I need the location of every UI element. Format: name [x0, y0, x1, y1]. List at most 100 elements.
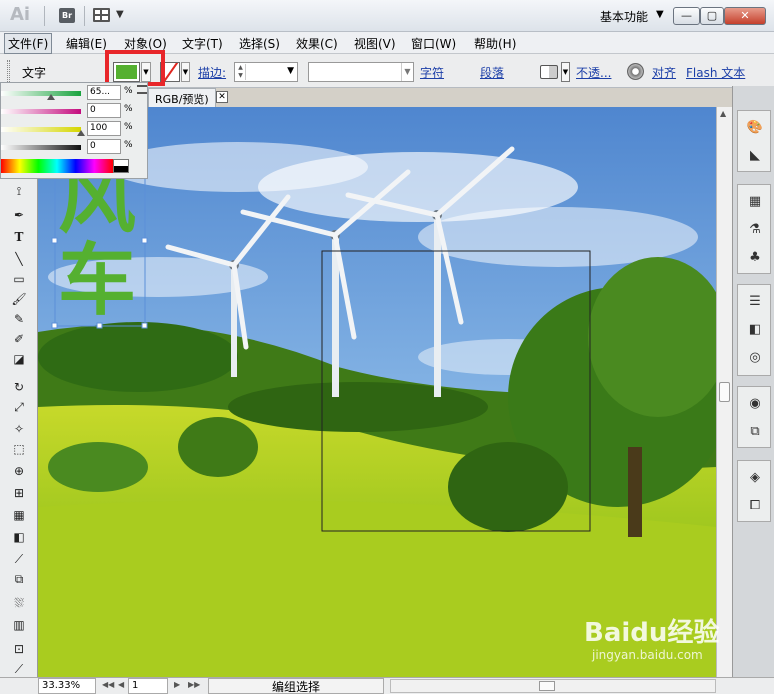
slider-thumb[interactable]: [47, 94, 55, 100]
chevron-down-icon[interactable]: ▼: [656, 9, 664, 20]
close-icon[interactable]: ✕: [216, 91, 228, 103]
style-icon[interactable]: [540, 65, 558, 79]
document-canvas[interactable]: 风 车: [38, 107, 716, 677]
line-tool-icon[interactable]: ╲: [8, 249, 30, 269]
color-value-input[interactable]: 0: [87, 139, 121, 154]
close-button[interactable]: ✕: [724, 7, 766, 25]
warp-tool-icon[interactable]: ✧: [8, 419, 30, 439]
color-panel-icon[interactable]: 🎨: [744, 117, 766, 137]
yellow-slider[interactable]: [1, 127, 81, 132]
zoom-field[interactable]: 33.33%: [38, 678, 96, 694]
mesh-tool-icon[interactable]: ▦: [8, 505, 30, 525]
artwork-text-line2[interactable]: 车: [58, 236, 136, 326]
landscape-image: 风 车: [38, 107, 716, 677]
stroke-link[interactable]: 描边:: [198, 64, 226, 81]
panel-grip[interactable]: [7, 60, 10, 82]
bridge-button[interactable]: Br: [59, 8, 75, 23]
menu-edit[interactable]: 编辑(E): [66, 35, 107, 52]
menu-window[interactable]: 窗口(W): [411, 35, 456, 52]
variable-width-profile[interactable]: ▼: [308, 62, 414, 82]
menu-help[interactable]: 帮助(H): [474, 35, 516, 52]
recolor-artwork-icon[interactable]: [627, 63, 644, 80]
character-link[interactable]: 字符: [420, 64, 444, 81]
opacity-link[interactable]: 不透...: [576, 64, 611, 81]
column-graph-icon[interactable]: ▥: [8, 615, 30, 635]
paintbrush-tool-icon[interactable]: 🖌: [8, 289, 30, 309]
layers-icon[interactable]: ◈: [744, 467, 766, 487]
swatches-icon[interactable]: ▦: [744, 191, 766, 211]
gradient-panel-icon[interactable]: ◧: [744, 319, 766, 339]
chevron-down-icon[interactable]: ▼: [181, 62, 190, 82]
flash-text-link[interactable]: Flash 文本: [686, 64, 745, 81]
status-text[interactable]: 编组选择: [208, 678, 384, 694]
rectangle-tool-icon[interactable]: ▭: [8, 269, 30, 289]
symbols-icon[interactable]: ♣: [744, 247, 766, 267]
menu-select[interactable]: 选择(S): [239, 35, 280, 52]
scale-tool-icon[interactable]: ⤢: [8, 397, 30, 417]
slider-thumb[interactable]: [77, 130, 85, 136]
horizontal-scrollbar[interactable]: [390, 679, 716, 693]
chevron-down-icon[interactable]: ▼: [561, 62, 570, 82]
menu-type[interactable]: 文字(T): [182, 35, 223, 52]
workspace-switcher[interactable]: 基本功能: [600, 8, 648, 25]
eraser-tool-icon[interactable]: ◪: [8, 349, 30, 369]
first-page-icon[interactable]: ◀◀: [102, 680, 114, 689]
rotate-tool-icon[interactable]: ↻: [8, 377, 30, 397]
green-slider[interactable]: [1, 91, 81, 96]
annotation-highlight: [105, 50, 165, 86]
spinner-arrows-icon[interactable]: ▲ ▼: [236, 64, 246, 80]
shape-builder-icon[interactable]: ⊕: [8, 461, 30, 481]
align-link[interactable]: 对齐: [652, 64, 676, 81]
vertical-scrollbar[interactable]: ▲: [716, 107, 732, 677]
gradient-tool-icon[interactable]: ◧: [8, 527, 30, 547]
color-value-input[interactable]: 65...: [87, 85, 121, 100]
document-tab-label: RGB/预览): [155, 93, 209, 106]
menu-effect[interactable]: 效果(C): [296, 35, 338, 52]
stroke-weight-field[interactable]: ▲ ▼ ▼: [234, 62, 298, 82]
document-tab[interactable]: RGB/预览): [148, 88, 216, 107]
restore-button[interactable]: ▢: [700, 7, 724, 25]
minimize-button[interactable]: —: [673, 7, 700, 25]
menu-file[interactable]: 文件(F): [4, 33, 53, 54]
type-tool-icon[interactable]: T: [8, 227, 30, 247]
scroll-thumb[interactable]: [539, 681, 555, 691]
color-value-input[interactable]: 0: [87, 103, 121, 118]
slice-tool-icon[interactable]: ⟋: [8, 659, 30, 679]
lasso-tool-icon[interactable]: ⟟: [8, 181, 30, 201]
artboard-tool-icon[interactable]: ⊡: [8, 639, 30, 659]
color-guide-icon[interactable]: ◣: [744, 145, 766, 165]
stroke-panel-icon[interactable]: ☰: [744, 291, 766, 311]
chevron-down-icon[interactable]: ▼: [401, 63, 413, 81]
free-transform-icon[interactable]: ⬚: [8, 439, 30, 459]
black-white-swatch[interactable]: [113, 159, 129, 173]
eyedropper-tool-icon[interactable]: ⟋: [8, 549, 30, 569]
pen-tool-icon[interactable]: ✒: [8, 205, 30, 225]
color-value-input[interactable]: 100: [87, 121, 121, 136]
chevron-down-icon[interactable]: ▼: [287, 66, 294, 76]
magenta-slider[interactable]: [1, 109, 81, 114]
pencil-tool-icon[interactable]: ✎: [8, 309, 30, 329]
last-page-icon[interactable]: ▶▶: [188, 680, 200, 689]
scroll-thumb[interactable]: [719, 382, 730, 402]
chevron-down-icon[interactable]: ▼: [116, 9, 124, 20]
black-slider[interactable]: [1, 145, 81, 150]
menu-view[interactable]: 视图(V): [354, 35, 396, 52]
color-spectrum[interactable]: [1, 159, 113, 173]
appearance-icon[interactable]: ◉: [744, 393, 766, 413]
paragraph-link[interactable]: 段落: [480, 64, 504, 81]
next-page-icon[interactable]: ▶: [174, 680, 180, 689]
arrange-documents-icon[interactable]: [93, 8, 110, 22]
prev-page-icon[interactable]: ◀: [118, 680, 124, 689]
transparency-icon[interactable]: ◎: [744, 347, 766, 367]
scroll-up-icon[interactable]: ▲: [720, 109, 726, 118]
blob-brush-icon[interactable]: ✐: [8, 329, 30, 349]
perspective-grid-icon[interactable]: ⊞: [8, 483, 30, 503]
graphic-styles-icon[interactable]: ⧉: [744, 421, 766, 441]
symbol-sprayer-icon[interactable]: ⛆: [8, 593, 30, 613]
page-field[interactable]: 1: [128, 678, 168, 694]
blend-tool-icon[interactable]: ⧉: [8, 569, 30, 589]
brushes-icon[interactable]: ⚗: [744, 219, 766, 239]
panel-group: ▦ ⚗ ♣: [737, 184, 771, 274]
panel-group: ◈ ⧠: [737, 460, 771, 522]
artboards-icon[interactable]: ⧠: [744, 495, 766, 515]
